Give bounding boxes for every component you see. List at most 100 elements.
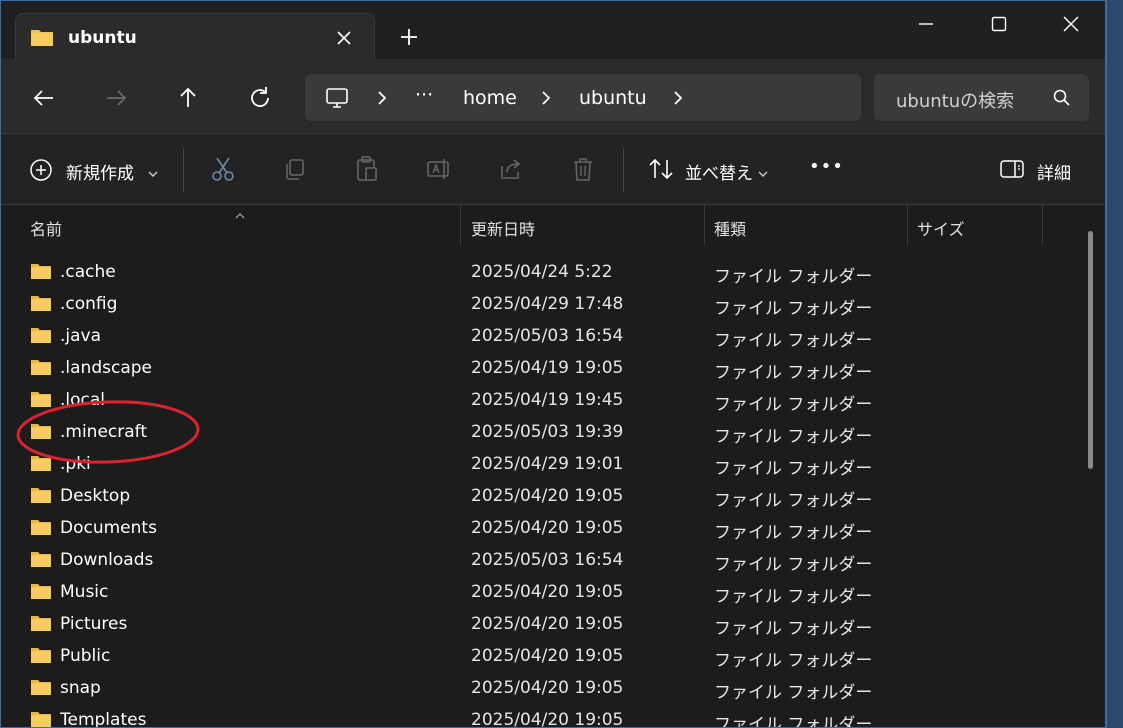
- file-row[interactable]: Templates 2025/04/20 19:05 ファイル フォルダー: [1, 704, 1081, 728]
- file-row[interactable]: Public 2025/04/20 19:05 ファイル フォルダー: [1, 640, 1081, 672]
- sort-button-label: 並べ替え: [685, 164, 753, 184]
- column-divider[interactable]: [704, 205, 705, 245]
- chevron-right-icon[interactable]: [539, 88, 553, 112]
- delete-icon[interactable]: [570, 154, 596, 184]
- file-name[interactable]: Desktop: [60, 486, 130, 506]
- file-date: 2025/04/29 17:48: [471, 294, 624, 314]
- folder-icon: [30, 582, 52, 604]
- file-type: ファイル フォルダー: [714, 267, 873, 287]
- column-divider[interactable]: [1042, 205, 1043, 245]
- file-row[interactable]: snap 2025/04/20 19:05 ファイル フォルダー: [1, 672, 1081, 704]
- share-icon[interactable]: [498, 154, 524, 184]
- forward-icon[interactable]: [103, 85, 129, 111]
- file-date: 2025/04/20 19:05: [471, 646, 624, 666]
- more-options-icon[interactable]: •••: [809, 154, 843, 184]
- file-name[interactable]: snap: [60, 678, 101, 698]
- rename-icon[interactable]: [426, 154, 452, 184]
- file-type: ファイル フォルダー: [714, 651, 873, 671]
- more-options-label: •••: [809, 156, 844, 177]
- search-box[interactable]: ubuntuの検索: [874, 74, 1089, 121]
- breadcrumb-overflow[interactable]: ···: [415, 84, 433, 106]
- navigation-bar: ··· home ubuntu ubuntuの検索: [1, 59, 1105, 134]
- file-name[interactable]: .cache: [60, 262, 116, 282]
- breadcrumb-ubuntu[interactable]: ubuntu: [579, 87, 647, 109]
- up-icon[interactable]: [175, 85, 201, 111]
- chevron-right-icon[interactable]: [671, 88, 685, 112]
- search-icon[interactable]: [1052, 88, 1072, 112]
- file-date: 2025/05/03 19:39: [471, 422, 624, 442]
- file-name[interactable]: .landscape: [60, 358, 152, 378]
- close-tab-icon[interactable]: [332, 26, 356, 50]
- sort-button[interactable]: 並べ替え: [648, 154, 772, 184]
- column-size[interactable]: サイズ: [917, 216, 965, 240]
- file-row[interactable]: .java 2025/05/03 16:54 ファイル フォルダー: [1, 320, 1081, 352]
- cut-icon[interactable]: [210, 154, 236, 184]
- column-type[interactable]: 種類: [714, 216, 746, 240]
- file-name[interactable]: .config: [60, 294, 117, 314]
- column-name[interactable]: 名前: [30, 216, 62, 240]
- tab-title: ubuntu: [68, 28, 137, 48]
- close-window-icon[interactable]: [1056, 9, 1086, 39]
- file-type: ファイル フォルダー: [714, 715, 873, 728]
- file-type: ファイル フォルダー: [714, 587, 873, 607]
- file-date: 2025/04/24 5:22: [471, 262, 613, 282]
- copy-icon[interactable]: [282, 154, 308, 184]
- file-row[interactable]: Desktop 2025/04/20 19:05 ファイル フォルダー: [1, 480, 1081, 512]
- file-type: ファイル フォルダー: [714, 395, 873, 415]
- folder-icon: [30, 262, 52, 284]
- file-date: 2025/05/03 16:54: [471, 326, 624, 346]
- file-row[interactable]: Documents 2025/04/20 19:05 ファイル フォルダー: [1, 512, 1081, 544]
- tab-ubuntu[interactable]: ubuntu: [15, 13, 375, 59]
- folder-icon: [30, 550, 52, 572]
- file-date: 2025/04/20 19:05: [471, 486, 624, 506]
- file-date: 2025/04/20 19:05: [471, 518, 624, 538]
- file-type: ファイル フォルダー: [714, 619, 873, 639]
- maximize-icon[interactable]: [984, 9, 1014, 39]
- chevron-right-icon[interactable]: [375, 88, 389, 112]
- breadcrumb-home[interactable]: home: [463, 87, 517, 109]
- vertical-scrollbar-thumb[interactable]: [1088, 231, 1093, 469]
- back-icon[interactable]: [31, 85, 57, 111]
- column-date[interactable]: 更新日時: [471, 216, 535, 240]
- file-date: 2025/04/20 19:05: [471, 582, 624, 602]
- file-name[interactable]: .java: [60, 326, 101, 346]
- column-divider[interactable]: [907, 205, 908, 245]
- file-type: ファイル フォルダー: [714, 491, 873, 511]
- separator: [623, 148, 624, 192]
- file-row[interactable]: .landscape 2025/04/19 19:05 ファイル フォルダー: [1, 352, 1081, 384]
- refresh-icon[interactable]: [247, 85, 273, 111]
- file-name[interactable]: Downloads: [60, 550, 153, 570]
- folder-icon: [30, 486, 52, 508]
- minimize-icon[interactable]: [911, 9, 941, 39]
- new-button[interactable]: 新規作成: [29, 154, 161, 184]
- file-row[interactable]: Music 2025/04/20 19:05 ファイル フォルダー: [1, 576, 1081, 608]
- separator: [183, 148, 184, 192]
- file-name[interactable]: Pictures: [60, 614, 127, 634]
- file-name[interactable]: Music: [60, 582, 108, 602]
- folder-icon: [30, 27, 54, 51]
- chevron-down-icon: [147, 164, 159, 183]
- column-divider[interactable]: [460, 205, 461, 245]
- paste-icon[interactable]: [354, 154, 380, 184]
- file-type: ファイル フォルダー: [714, 683, 873, 703]
- file-name[interactable]: Documents: [60, 518, 157, 538]
- address-bar[interactable]: ··· home ubuntu: [305, 74, 861, 121]
- plus-circle-icon: [29, 158, 53, 186]
- this-pc-icon[interactable]: [325, 86, 349, 114]
- file-row[interactable]: Pictures 2025/04/20 19:05 ファイル フォルダー: [1, 608, 1081, 640]
- file-row[interactable]: .config 2025/04/29 17:48 ファイル フォルダー: [1, 288, 1081, 320]
- file-row[interactable]: .cache 2025/04/24 5:22 ファイル フォルダー: [1, 256, 1081, 288]
- details-pane-button[interactable]: 詳細: [999, 154, 1079, 184]
- new-tab-icon[interactable]: [397, 25, 421, 49]
- sort-arrows-icon: [648, 157, 674, 185]
- file-date: 2025/04/20 19:05: [471, 614, 624, 634]
- folder-icon: [30, 358, 52, 380]
- file-name[interactable]: Templates: [60, 710, 146, 727]
- file-row[interactable]: Downloads 2025/05/03 16:54 ファイル フォルダー: [1, 544, 1081, 576]
- chevron-down-icon: [757, 164, 769, 183]
- sort-ascending-icon: [234, 205, 246, 224]
- folder-icon: [30, 326, 52, 348]
- file-date: 2025/04/20 19:05: [471, 710, 624, 728]
- file-type: ファイル フォルダー: [714, 555, 873, 575]
- file-name[interactable]: Public: [60, 646, 110, 666]
